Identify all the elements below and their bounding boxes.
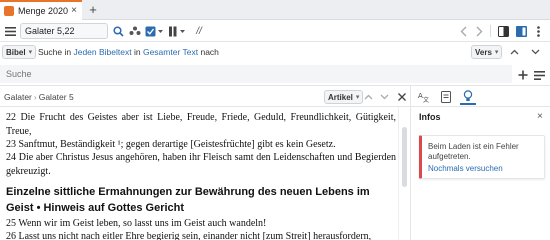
match-unit-label: Vers bbox=[475, 47, 492, 57]
tab-close-icon[interactable]: × bbox=[71, 6, 77, 16]
error-card: Beim Laden ist ein Fehler aufgetreten. N… bbox=[419, 135, 545, 179]
breadcrumb-book[interactable]: Galater bbox=[4, 92, 32, 102]
search-input[interactable] bbox=[0, 65, 512, 83]
new-tab-button[interactable]: + bbox=[87, 3, 99, 17]
retry-link[interactable]: Nochmals versuchen bbox=[428, 164, 503, 173]
verse-number[interactable]: 25 bbox=[6, 218, 16, 229]
toolbar-divider bbox=[490, 25, 491, 37]
people-icon[interactable] bbox=[128, 24, 141, 38]
bible-text-panel: 22 Die Frucht des Geistes aber ist Liebe… bbox=[0, 107, 398, 240]
translate-icon[interactable]: A文 bbox=[416, 89, 432, 105]
more-vert-icon[interactable] bbox=[533, 24, 543, 38]
verse-number[interactable]: 26 bbox=[6, 231, 16, 240]
search-field-row bbox=[0, 63, 550, 85]
panel-header: Galater › Galater 5 Artikel ▾ A文 bbox=[0, 85, 550, 108]
scrollbar-thumb[interactable] bbox=[402, 127, 407, 187]
verse-text: Lasst uns nicht nach eitler Ehre begieri… bbox=[18, 231, 372, 240]
info-panel: Infos × Beim Laden ist ein Fehler aufget… bbox=[410, 107, 550, 240]
verse-25: 25 Wenn wir im Geist leben, so lasst uns… bbox=[6, 217, 396, 231]
close-icon[interactable]: × bbox=[537, 111, 543, 122]
article-select-label: Artikel bbox=[328, 92, 353, 102]
hamburger-menu-icon[interactable] bbox=[4, 24, 16, 38]
notes-icon[interactable] bbox=[438, 89, 454, 105]
parallel-slash-icon[interactable]: // bbox=[192, 24, 206, 38]
verse-number[interactable]: 23 bbox=[6, 139, 16, 150]
search-icon[interactable] bbox=[112, 24, 125, 38]
verse-22: 22 Die Frucht des Geistes aber ist Liebe… bbox=[6, 111, 396, 138]
scope-link[interactable]: Jeden Bibeltext bbox=[73, 47, 131, 57]
chevron-up-icon[interactable] bbox=[362, 90, 374, 104]
article-select[interactable]: Artikel ▾ bbox=[324, 90, 364, 104]
chevron-down-icon: ▾ bbox=[355, 94, 360, 101]
verse-24: 24 Die aber Christus Jesus angehören, ha… bbox=[6, 151, 396, 178]
expand-down-icon[interactable] bbox=[530, 45, 540, 59]
sidebar-tabs: A文 bbox=[410, 86, 550, 108]
add-icon[interactable] bbox=[517, 68, 529, 82]
scope-text-mid: in bbox=[133, 47, 141, 57]
error-message: Beim Laden ist ein Fehler aufgetreten. bbox=[428, 142, 519, 161]
section-heading: Einzelne sittliche Ermahnungen zur Bewäh… bbox=[6, 186, 370, 214]
verse-26: 26 Lasst uns nicht nach eitler Ehre begi… bbox=[6, 230, 396, 240]
list-icon[interactable] bbox=[533, 68, 545, 82]
split-view-icon[interactable] bbox=[496, 24, 510, 38]
scope-text-post: nach bbox=[200, 47, 219, 57]
toolbar: // bbox=[0, 20, 550, 42]
verse-text: Wenn wir im Geist leben, so lasst uns im… bbox=[18, 218, 267, 229]
bible-select-label: Bibel bbox=[6, 47, 26, 57]
tab-menge-2020[interactable]: Menge 2020 × bbox=[0, 0, 82, 20]
text-scrollbar[interactable] bbox=[398, 107, 410, 240]
collapse-up-icon[interactable] bbox=[509, 45, 519, 59]
forward-icon[interactable] bbox=[474, 24, 484, 38]
target-link[interactable]: Gesamter Text bbox=[143, 47, 198, 57]
svg-text:文: 文 bbox=[423, 96, 429, 103]
checkbox-dropdown-icon[interactable] bbox=[144, 24, 164, 38]
app-icon bbox=[4, 6, 14, 16]
lightbulb-icon[interactable] bbox=[460, 89, 476, 105]
chevron-down-icon: ▾ bbox=[494, 49, 499, 56]
back-icon[interactable] bbox=[458, 24, 468, 38]
match-unit-select[interactable]: Vers ▾ bbox=[471, 45, 503, 59]
verse-23: 23 Sanftmut, Beständigkeit ¹; gegen dera… bbox=[6, 138, 396, 152]
scope-text-pre: Suche in bbox=[38, 47, 72, 57]
verse-number[interactable]: 22 bbox=[6, 112, 16, 123]
breadcrumb-separator: › bbox=[33, 92, 37, 102]
chevron-down-icon: ▾ bbox=[28, 49, 33, 56]
verse-text: Sanftmut, Beständigkeit ¹; gegen derarti… bbox=[18, 139, 336, 150]
search-scope-sentence: Suche in Jeden Bibeltext in Gesamter Tex… bbox=[38, 47, 219, 57]
reference-input[interactable] bbox=[20, 23, 108, 39]
verse-text: Die Frucht des Geistes aber ist Liebe, F… bbox=[6, 112, 396, 137]
tab-label: Menge 2020 bbox=[18, 6, 69, 16]
breadcrumb-chapter[interactable]: Galater 5 bbox=[39, 92, 74, 102]
breadcrumb: Galater › Galater 5 bbox=[4, 92, 74, 102]
search-scope-row: Bibel ▾ Suche in Jeden Bibeltext in Gesam… bbox=[0, 42, 550, 63]
verse-text: Die aber Christus Jesus angehören, haben… bbox=[6, 152, 397, 177]
chevron-down-icon[interactable] bbox=[378, 90, 390, 104]
tab-bar: Menge 2020 × + bbox=[0, 0, 550, 20]
verse-number[interactable]: 24 bbox=[6, 152, 16, 163]
info-panel-title: Infos bbox=[419, 112, 441, 122]
bible-select[interactable]: Bibel ▾ bbox=[2, 45, 37, 59]
columns-dropdown-icon[interactable] bbox=[168, 24, 186, 38]
sidebar-icon[interactable] bbox=[514, 24, 528, 38]
close-panel-icon[interactable] bbox=[396, 90, 408, 104]
